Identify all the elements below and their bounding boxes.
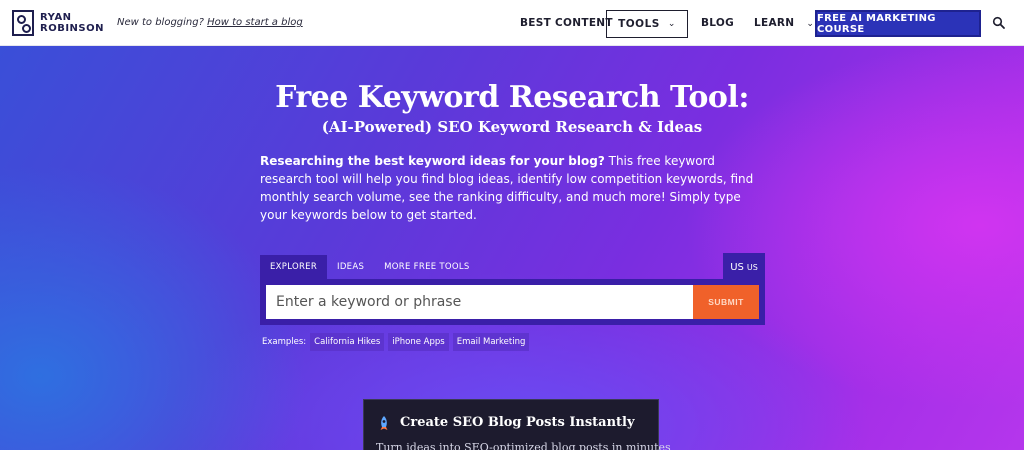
hero-section: Free Keyword Research Tool: (AI-Powered)… (0, 46, 1024, 450)
hero-description: Researching the best keyword ideas for y… (260, 152, 768, 224)
page-title: Free Keyword Research Tool: (275, 80, 749, 115)
logo-mark-icon (12, 10, 34, 36)
nav-learn-label: LEARN (754, 17, 795, 29)
page-subtitle: (AI-Powered) SEO Keyword Research & Idea… (321, 118, 703, 136)
tagline: New to blogging? How to start a blog (117, 17, 303, 28)
examples-label: Examples: (262, 337, 307, 347)
keyword-input[interactable] (266, 285, 693, 319)
example-iphone-apps[interactable]: iPhone Apps (388, 333, 449, 351)
example-california-hikes[interactable]: California Hikes (310, 333, 385, 351)
promo-card[interactable]: Create SEO Blog Posts Instantly Turn ide… (363, 399, 671, 450)
site-logo[interactable]: RYAN ROBINSON (12, 10, 104, 36)
logo-line-2: ROBINSON (40, 23, 104, 34)
country-label: US (746, 262, 758, 272)
examples-row: Examples: California Hikes iPhone Apps E… (262, 333, 533, 351)
start-blog-link[interactable]: How to start a blog (207, 17, 303, 28)
logo-line-1: RYAN (40, 12, 72, 23)
tab-ideas[interactable]: IDEAS (327, 255, 374, 279)
example-email-marketing[interactable]: Email Marketing (452, 333, 530, 351)
nav-learn[interactable]: LEARN ⌄ (754, 17, 814, 29)
country-code: US (730, 261, 744, 273)
nav-tools[interactable]: TOOLS ⌄ (606, 10, 688, 38)
tab-more-free-tools[interactable]: MORE FREE TOOLS (374, 255, 479, 279)
nav-tools-label: TOOLS (618, 18, 660, 30)
country-selector[interactable]: US US (723, 253, 765, 281)
free-course-button[interactable]: FREE AI MARKETING COURSE (815, 10, 981, 37)
submit-button[interactable]: SUBMIT (693, 285, 759, 319)
tab-explorer[interactable]: EXPLORER (260, 255, 328, 279)
chevron-down-icon: ⌄ (667, 19, 676, 29)
promo-card-text: Turn ideas into SEO-optimized blog posts… (376, 441, 671, 450)
search-tabs: EXPLORER IDEAS MORE FREE TOOLS (260, 255, 480, 279)
site-header: RYAN ROBINSON New to blogging? How to st… (0, 0, 1024, 46)
search-icon[interactable] (992, 16, 1006, 30)
rocket-icon (380, 416, 388, 430)
nav-blog[interactable]: BLOG (701, 17, 734, 29)
hero-description-lead: Researching the best keyword ideas for y… (260, 154, 605, 168)
promo-card-title: Create SEO Blog Posts Instantly (400, 415, 635, 430)
keyword-search-form: SUBMIT (260, 279, 765, 325)
chevron-down-icon: ⌄ (806, 19, 815, 29)
nav-best-content[interactable]: BEST CONTENT (520, 17, 613, 29)
tagline-prefix: New to blogging? (117, 17, 204, 28)
